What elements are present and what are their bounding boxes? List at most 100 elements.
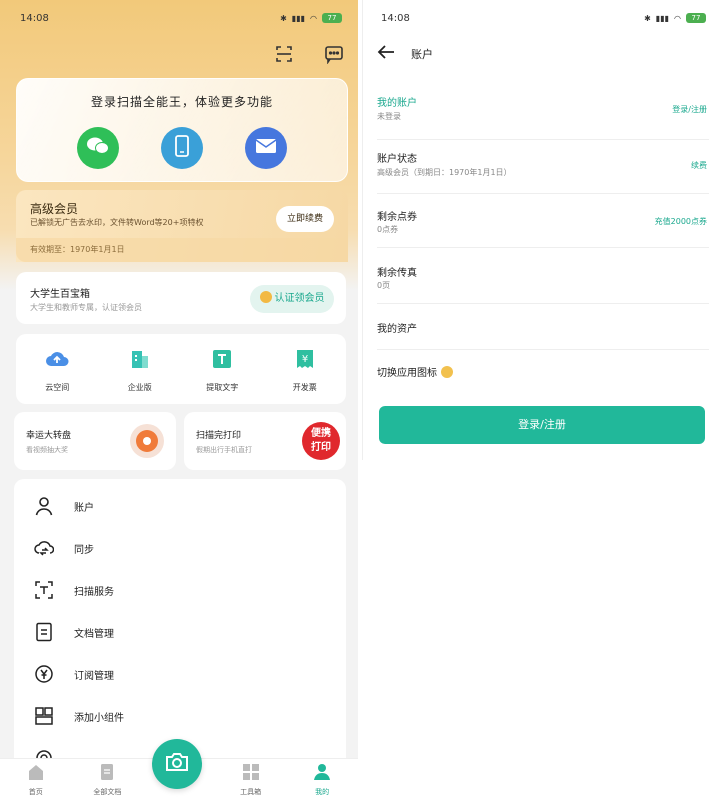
- row-title: 剩余点券: [377, 212, 417, 223]
- student-desc: 大学生和教师专属，认证领会员: [30, 303, 142, 312]
- status-bar: 14:08 ✱ ▮▮▮ ◠ 77: [363, 0, 720, 36]
- promo-title: 幸运大转盘: [26, 431, 72, 441]
- nav-home[interactable]: 首页: [0, 759, 72, 800]
- camera-icon: [165, 752, 189, 776]
- renew-button[interactable]: 立即续费: [276, 206, 334, 232]
- tool-cloud[interactable]: 云空间: [16, 334, 99, 404]
- menu-label: 同步: [74, 544, 94, 556]
- menu-item-add-widget[interactable]: 添加小组件: [14, 695, 346, 737]
- row-coupons[interactable]: 剩余点券 0点券 充值2000点券: [377, 194, 709, 248]
- row-switch-icon[interactable]: 切换应用图标: [377, 350, 709, 394]
- status-icons: ✱ ▮▮▮ ◠ 77: [644, 13, 706, 23]
- cloud-upload-icon: [44, 348, 70, 374]
- cloud-sync-icon: [32, 536, 56, 560]
- login-register-button[interactable]: 登录/注册: [379, 406, 705, 444]
- menu-label: 订阅管理: [74, 670, 114, 682]
- invoice-icon: ¥: [294, 348, 316, 374]
- docs-icon: [98, 763, 116, 785]
- back-arrow-icon[interactable]: [377, 44, 395, 64]
- row-fax[interactable]: 剩余传真 0页: [377, 248, 709, 304]
- scan-text-icon: [32, 578, 56, 602]
- row-my-account[interactable]: 我的账户 未登录 登录/注册: [377, 84, 709, 140]
- row-title: 我的账户: [377, 98, 417, 109]
- status-icons: ✱ ▮▮▮ ◠ 77: [280, 13, 342, 23]
- wechat-login-button[interactable]: [77, 127, 119, 169]
- row-sub: 未登录: [377, 112, 401, 121]
- menu-item-doc-management[interactable]: 文档管理: [14, 611, 346, 653]
- phone-login-button[interactable]: [161, 127, 203, 169]
- battery-icon: 77: [686, 13, 706, 23]
- status-bar: 14:08 ✱ ▮▮▮ ◠ 77: [0, 0, 358, 36]
- row-account-status[interactable]: 账户状态 高级会员（到期日：1970年1月1日） 续费: [377, 140, 709, 194]
- promo-title: 扫描完打印: [196, 431, 242, 441]
- menu-label: 账户: [74, 502, 94, 514]
- page-title: 账户: [411, 48, 433, 61]
- battery-icon: 77: [322, 13, 342, 23]
- menu-item-account[interactable]: 账户: [14, 485, 346, 527]
- promo-lucky-wheel[interactable]: 幸运大转盘 看视频抽大奖: [14, 412, 176, 470]
- print-badge: 便携 打印: [302, 422, 340, 460]
- yen-circle-icon: [32, 662, 56, 686]
- row-my-assets[interactable]: 我的资产: [377, 304, 709, 350]
- row-action[interactable]: 续费: [691, 160, 707, 171]
- phone-icon: [174, 135, 190, 161]
- wifi-icon: ◠: [674, 13, 681, 23]
- status-time: 14:08: [381, 12, 410, 24]
- settings-menu: 账户 同步 扫描服务 文档管理 订阅管理 添加小组件: [14, 479, 346, 779]
- menu-item-subscription[interactable]: 订阅管理: [14, 653, 346, 695]
- wifi-icon: ◠: [310, 13, 317, 23]
- document-icon: [32, 620, 56, 644]
- row-title-text: 切换应用图标: [377, 368, 437, 379]
- left-phone-screen: 14:08 ✱ ▮▮▮ ◠ 77 登录扫描全能王，体验更多功能 高级会员 已解锁…: [0, 0, 358, 800]
- right-phone-screen: 14:08 ✱ ▮▮▮ ◠ 77 账户 我的账户 未登录 登录/注册 账户状态 …: [362, 0, 720, 460]
- row-title: 切换应用图标: [377, 364, 453, 379]
- signal-icon: ▮▮▮: [655, 13, 670, 23]
- scan-icon[interactable]: [272, 42, 296, 66]
- login-card-title: 登录扫描全能王，体验更多功能: [90, 95, 273, 109]
- home-icon: [27, 763, 45, 785]
- crown-icon: [259, 291, 272, 303]
- nav-toolbox[interactable]: 工具箱: [215, 759, 287, 800]
- row-action[interactable]: 充值2000点券: [655, 216, 707, 227]
- certify-button[interactable]: 认证领会员: [250, 285, 334, 313]
- menu-item-sync[interactable]: 同步: [14, 527, 346, 569]
- row-sub: 0页: [377, 281, 391, 290]
- camera-button[interactable]: [152, 739, 202, 789]
- account-header: 账户: [377, 42, 433, 66]
- row-sub: 0点券: [377, 225, 399, 234]
- email-login-button[interactable]: [245, 127, 287, 169]
- svg-text:¥: ¥: [302, 354, 308, 365]
- tool-label: 提取文字: [206, 383, 239, 392]
- lucky-wheel-icon: [130, 424, 164, 458]
- nav-all-docs[interactable]: 全部文档: [72, 759, 144, 800]
- tool-invoice[interactable]: ¥ 开发票: [264, 334, 347, 404]
- silent-icon: ✱: [644, 13, 651, 23]
- nav-label: 首页: [28, 788, 43, 796]
- nav-label: 工具箱: [240, 788, 262, 796]
- crown-icon: [441, 366, 453, 378]
- tool-label: 企业版: [127, 383, 152, 392]
- row-title: 剩余传真: [377, 268, 417, 279]
- student-card[interactable]: 大学生百宝箱 大学生和教师专属，认证领会员 认证领会员: [16, 272, 346, 324]
- toolbox-icon: [242, 763, 260, 785]
- tool-label: 云空间: [45, 383, 70, 392]
- nav-label: 我的: [315, 788, 330, 796]
- menu-label: 文档管理: [74, 628, 114, 640]
- promo-print[interactable]: 扫描完打印 假期出行手机直打 便携 打印: [184, 412, 346, 470]
- row-title: 我的资产: [377, 324, 417, 335]
- certify-label: 认证领会员: [274, 293, 325, 304]
- message-icon[interactable]: [322, 42, 346, 66]
- menu-item-scan-service[interactable]: 扫描服务: [14, 569, 346, 611]
- tool-extract-text[interactable]: 提取文字: [181, 334, 264, 404]
- profile-icon: [313, 763, 331, 785]
- promo-desc: 看视频抽大奖: [26, 446, 68, 454]
- nav-mine[interactable]: 我的: [286, 759, 358, 800]
- student-title: 大学生百宝箱: [30, 289, 90, 300]
- mail-icon: [255, 138, 277, 158]
- login-card[interactable]: 登录扫描全能王，体验更多功能: [16, 78, 348, 182]
- row-action[interactable]: 登录/注册: [672, 104, 707, 115]
- silent-icon: ✱: [280, 13, 287, 23]
- vip-desc: 已解锁无广告去水印，文件转Word等20+项特权: [30, 218, 204, 227]
- tool-grid: 云空间 企业版 提取文字 ¥ 开发票: [16, 334, 346, 404]
- tool-enterprise[interactable]: 企业版: [99, 334, 182, 404]
